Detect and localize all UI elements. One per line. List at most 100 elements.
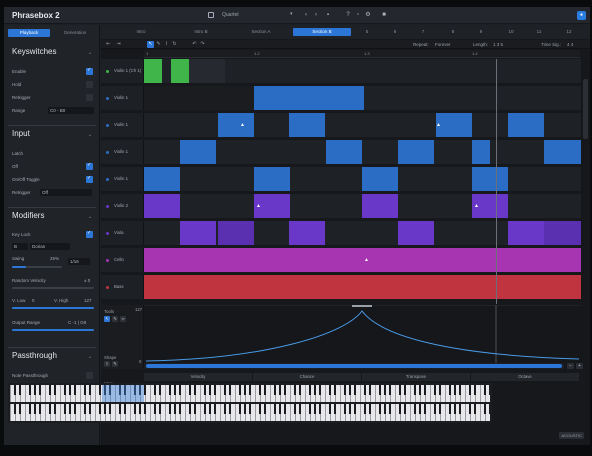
save-icon[interactable]: ▪ bbox=[324, 11, 332, 20]
white-key[interactable] bbox=[430, 385, 431, 402]
black-key[interactable] bbox=[399, 404, 401, 414]
black-key[interactable] bbox=[29, 404, 31, 414]
black-key[interactable] bbox=[469, 404, 471, 414]
pattern-cell[interactable] bbox=[144, 86, 254, 110]
black-key[interactable] bbox=[174, 404, 176, 414]
black-key[interactable] bbox=[484, 404, 486, 414]
pattern-cell[interactable] bbox=[254, 86, 364, 110]
track-lane[interactable] bbox=[144, 59, 581, 83]
black-key[interactable] bbox=[39, 404, 41, 414]
black-key[interactable] bbox=[294, 385, 296, 395]
section-tab[interactable]: 8 bbox=[441, 28, 465, 36]
white-key[interactable] bbox=[340, 404, 341, 421]
white-key[interactable] bbox=[115, 404, 116, 421]
key-mode-dropdown[interactable]: Dorian bbox=[30, 243, 70, 250]
pattern-cell[interactable] bbox=[180, 140, 216, 164]
timeline-ruler[interactable]: 1 1.2 1.3 1.4 bbox=[144, 50, 580, 58]
keyboard-row-lower[interactable] bbox=[10, 404, 491, 421]
black-key[interactable] bbox=[309, 404, 311, 414]
section-tab[interactable]: Intro bbox=[113, 28, 169, 36]
pattern-cell[interactable] bbox=[544, 221, 581, 245]
black-key[interactable] bbox=[224, 404, 226, 414]
pattern-cell[interactable] bbox=[362, 167, 398, 191]
select-tool-icon[interactable]: ↖ bbox=[147, 41, 154, 48]
black-key[interactable] bbox=[294, 404, 296, 414]
expand-icon[interactable]: ⇥ bbox=[115, 41, 122, 48]
link-icon[interactable]: ∞ bbox=[120, 316, 126, 322]
shape-list-icon[interactable]: ≡ bbox=[104, 361, 110, 367]
black-key[interactable] bbox=[159, 385, 161, 395]
white-key[interactable] bbox=[340, 385, 341, 402]
retrigger-checkbox[interactable] bbox=[86, 94, 93, 101]
track-lane[interactable] bbox=[144, 275, 581, 299]
brush-tool-icon[interactable]: ⌇ bbox=[163, 41, 170, 48]
black-key[interactable] bbox=[389, 404, 391, 414]
white-key[interactable] bbox=[60, 385, 61, 402]
black-key[interactable] bbox=[439, 404, 441, 414]
section-tab[interactable]: 12 bbox=[557, 28, 581, 36]
black-key[interactable] bbox=[484, 385, 486, 395]
white-key[interactable] bbox=[465, 404, 466, 421]
stop-icon[interactable]: ■ bbox=[380, 11, 388, 20]
track-row[interactable]: Violin 1 bbox=[101, 140, 581, 164]
black-key[interactable] bbox=[229, 385, 231, 395]
key-root-dropdown[interactable]: B bbox=[12, 243, 28, 250]
refresh-icon[interactable]: ↻ bbox=[171, 41, 178, 48]
tab-chance[interactable]: Chance bbox=[253, 373, 362, 381]
black-key[interactable] bbox=[454, 385, 456, 395]
note-marker-icon[interactable]: ▲ bbox=[364, 257, 369, 263]
preset-selector[interactable]: Quartet bbox=[222, 11, 296, 20]
preset-folder-icon[interactable] bbox=[208, 12, 214, 18]
black-key[interactable] bbox=[69, 404, 71, 414]
black-key[interactable] bbox=[319, 404, 321, 414]
black-key[interactable] bbox=[354, 385, 356, 395]
pattern-cell[interactable] bbox=[398, 140, 434, 164]
black-key[interactable] bbox=[264, 385, 266, 395]
black-key[interactable] bbox=[299, 404, 301, 414]
output-range-slider[interactable] bbox=[12, 329, 94, 331]
pattern-cell[interactable] bbox=[508, 113, 544, 137]
pencil-icon[interactable]: ✎ bbox=[112, 316, 118, 322]
black-key[interactable] bbox=[364, 385, 366, 395]
black-key[interactable] bbox=[29, 385, 31, 395]
white-key[interactable] bbox=[95, 404, 96, 421]
black-key[interactable] bbox=[459, 385, 461, 395]
note-marker-icon[interactable]: ▲ bbox=[240, 122, 245, 128]
track-row[interactable]: Violin 2 ▲ ▲ bbox=[101, 194, 581, 218]
black-key[interactable] bbox=[189, 385, 191, 395]
automation-curve[interactable] bbox=[144, 305, 581, 363]
black-key[interactable] bbox=[154, 385, 156, 395]
black-key[interactable] bbox=[314, 404, 316, 414]
white-key[interactable] bbox=[200, 385, 201, 402]
black-key[interactable] bbox=[134, 404, 136, 414]
black-key[interactable] bbox=[214, 404, 216, 414]
white-key[interactable] bbox=[410, 404, 411, 421]
black-key[interactable] bbox=[89, 385, 91, 395]
black-key[interactable] bbox=[434, 385, 436, 395]
repeat-dropdown[interactable]: Forever bbox=[435, 42, 451, 47]
black-key[interactable] bbox=[34, 404, 36, 414]
vertical-scrollbar[interactable] bbox=[581, 59, 590, 304]
pattern-cell[interactable] bbox=[144, 59, 162, 83]
track-row[interactable]: Bass bbox=[101, 275, 581, 299]
tab-generation[interactable]: Generation bbox=[54, 29, 96, 37]
black-key[interactable] bbox=[489, 385, 491, 395]
input-retrigger-dropdown[interactable]: Off bbox=[40, 189, 92, 196]
black-key[interactable] bbox=[284, 404, 286, 414]
next-preset-icon[interactable]: › bbox=[312, 11, 320, 20]
length-value[interactable]: 1 3 5 bbox=[493, 42, 503, 47]
black-key[interactable] bbox=[404, 404, 406, 414]
white-key[interactable] bbox=[465, 385, 466, 402]
white-key[interactable] bbox=[185, 404, 186, 421]
prev-preset-icon[interactable]: ‹ bbox=[302, 11, 310, 20]
black-key[interactable] bbox=[384, 404, 386, 414]
black-key[interactable] bbox=[209, 404, 211, 414]
pattern-cell[interactable] bbox=[362, 194, 398, 218]
scroll-thumb[interactable] bbox=[583, 79, 588, 139]
white-key[interactable] bbox=[185, 385, 186, 402]
pattern-cell[interactable] bbox=[144, 194, 180, 218]
track-lane[interactable]: ▲ ▲ bbox=[144, 194, 581, 218]
white-key[interactable] bbox=[80, 385, 81, 402]
track-lane[interactable] bbox=[144, 140, 581, 164]
copy-icon[interactable]: ▫ bbox=[354, 11, 362, 20]
